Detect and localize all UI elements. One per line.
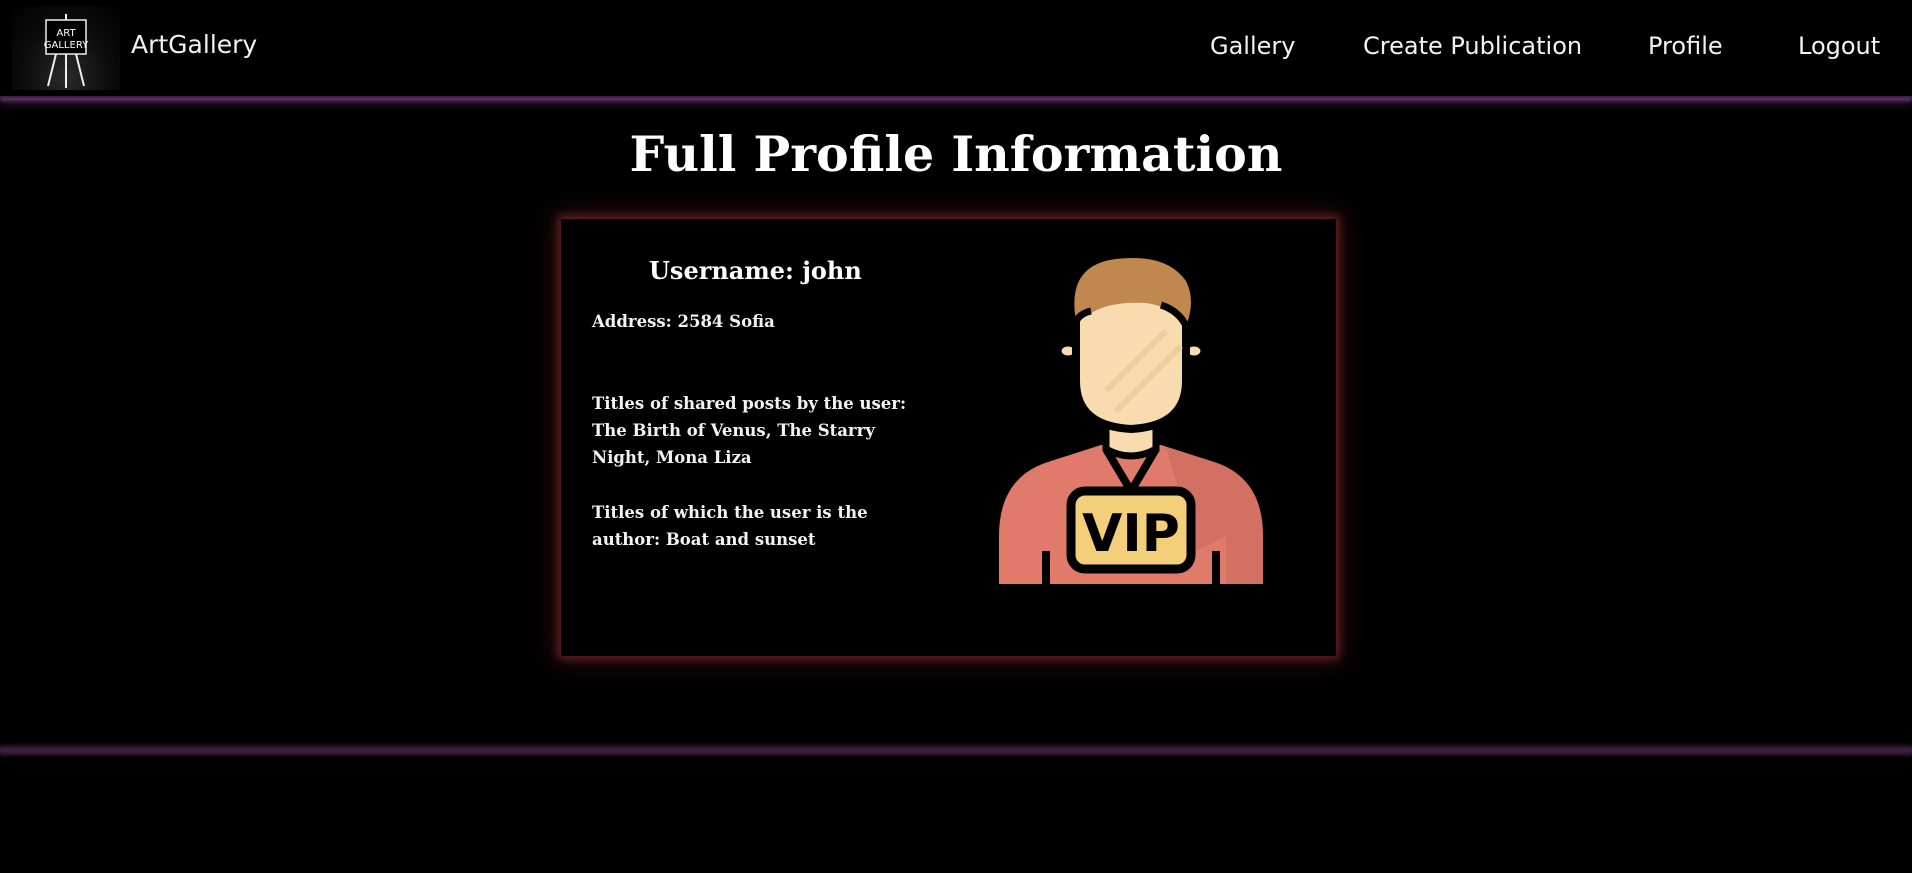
logo-line1: ART — [56, 28, 76, 39]
top-navbar: ART GALLERY ArtGallery Gallery Create Pu… — [0, 0, 1912, 98]
vip-user-avatar-icon: VIP — [999, 257, 1263, 584]
easel-logo-icon: ART GALLERY — [44, 14, 89, 88]
vip-badge-text: VIP — [1082, 504, 1180, 564]
footer-divider — [0, 749, 1912, 752]
art-gallery-logo[interactable]: ART GALLERY — [12, 6, 120, 90]
nav-link-create-publication[interactable]: Create Publication — [1363, 34, 1582, 58]
page-title: Full Profile Information — [629, 125, 1283, 183]
profile-address: Address: 2584 Sofia — [592, 312, 775, 331]
logo-line2: GALLERY — [44, 40, 89, 51]
nav-link-profile[interactable]: Profile — [1648, 34, 1723, 58]
profile-authored-titles: Titles of which the user is the author: … — [592, 503, 868, 549]
profile-card: Username: john Address: 2584 Sofia Title… — [561, 219, 1336, 656]
nav-link-logout[interactable]: Logout — [1798, 34, 1880, 58]
brand-link[interactable]: ArtGallery — [131, 32, 257, 57]
nav-link-gallery[interactable]: Gallery — [1210, 34, 1295, 58]
profile-shared-posts: Titles of shared posts by the user: The … — [592, 394, 907, 467]
profile-username: Username: john — [649, 256, 862, 285]
